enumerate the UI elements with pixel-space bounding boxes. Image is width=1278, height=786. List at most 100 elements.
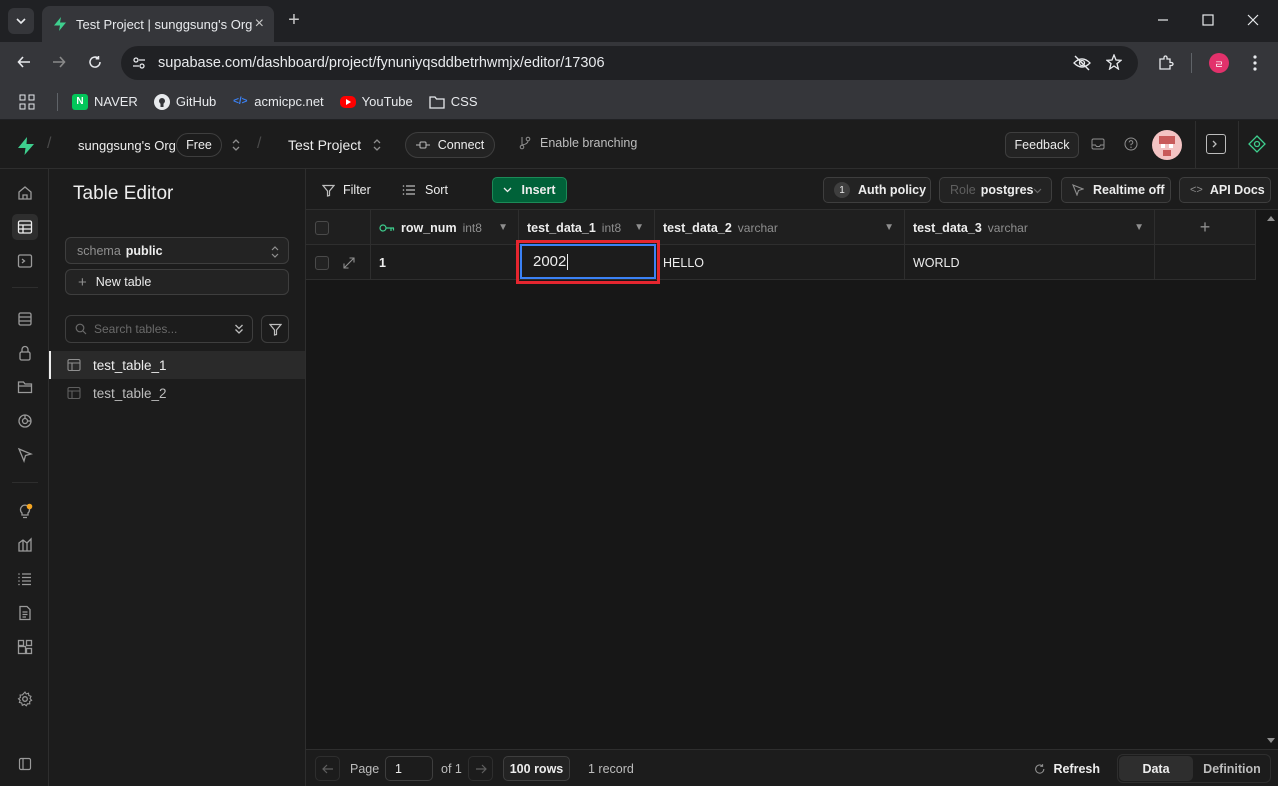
chevron-down-icon[interactable]: ▼ xyxy=(498,222,508,233)
chevrons-down-icon[interactable] xyxy=(234,323,244,335)
close-tab-icon[interactable]: × xyxy=(255,15,264,33)
table-list-item[interactable]: test_table_2 xyxy=(49,379,305,407)
column-header[interactable]: test_data_3 varchar ▼ xyxy=(905,210,1155,245)
bookmark-github[interactable]: GitHub xyxy=(153,93,216,110)
refresh-button[interactable]: Refresh xyxy=(1034,756,1100,781)
page-input[interactable]: 1 xyxy=(385,756,433,781)
tab-definition[interactable]: Definition xyxy=(1194,756,1270,781)
table-list-item-active[interactable]: test_table_1 xyxy=(49,351,305,379)
user-avatar[interactable] xyxy=(1152,130,1182,160)
project-name[interactable]: Test Project xyxy=(288,137,361,153)
column-type: int8 xyxy=(462,220,482,235)
extensions-button[interactable] xyxy=(1154,51,1178,75)
reports-icon[interactable] xyxy=(12,532,38,558)
help-icon[interactable] xyxy=(1124,137,1138,151)
table-editor-icon[interactable] xyxy=(12,214,38,240)
bookmark-star-icon[interactable] xyxy=(1106,54,1122,70)
browser-menu-button[interactable] xyxy=(1244,51,1266,75)
lock-icon[interactable] xyxy=(12,340,38,366)
chevron-down-icon[interactable]: ▼ xyxy=(634,222,644,233)
assistant-icon[interactable] xyxy=(1248,135,1266,153)
enable-branching-label: Enable branching xyxy=(540,136,638,150)
new-tab-button[interactable]: + xyxy=(282,8,306,32)
cell-row-num[interactable]: 1 xyxy=(371,245,519,280)
project-switcher-chevrons-icon[interactable] xyxy=(372,138,382,152)
edge-functions-icon[interactable] xyxy=(12,408,38,434)
column-header[interactable]: test_data_2 varchar ▼ xyxy=(655,210,905,245)
chevron-down-icon[interactable]: ▼ xyxy=(1134,222,1144,233)
bookmark-youtube[interactable]: YouTube xyxy=(339,94,413,109)
tab-data[interactable]: Data xyxy=(1119,756,1193,781)
bookmark-naver[interactable]: N NAVER xyxy=(72,93,138,110)
storage-icon[interactable] xyxy=(12,374,38,400)
schema-selector[interactable]: schema public xyxy=(65,237,289,264)
apps-button[interactable] xyxy=(19,94,35,110)
role-value: postgres xyxy=(980,183,1034,197)
search-icon xyxy=(75,323,87,335)
back-button[interactable] xyxy=(12,50,36,74)
inbox-icon[interactable] xyxy=(1091,137,1105,151)
auth-policy-button[interactable]: 1 Auth policy xyxy=(823,177,931,203)
expand-row-icon[interactable] xyxy=(343,256,355,269)
rows-per-page-button[interactable]: 100 rows xyxy=(503,756,570,781)
site-info-icon[interactable] xyxy=(131,55,147,71)
plan-badge-label: Free xyxy=(186,138,212,152)
database-icon[interactable] xyxy=(12,306,38,332)
sql-editor-icon[interactable] xyxy=(12,248,38,274)
column-header[interactable]: row_num int8 ▼ xyxy=(371,210,519,245)
home-icon[interactable] xyxy=(12,180,38,206)
cell-test-data-3[interactable]: WORLD xyxy=(905,245,1155,280)
scroll-down-arrow-icon[interactable] xyxy=(1264,736,1278,746)
reload-button[interactable] xyxy=(83,50,107,74)
api-docs-icon[interactable] xyxy=(12,600,38,626)
bookmark-css-folder[interactable]: CSS xyxy=(429,94,478,110)
tab-search-button[interactable] xyxy=(8,8,34,34)
vertical-scrollbar[interactable] xyxy=(1264,210,1278,749)
cell-editor-input[interactable]: 2002 xyxy=(520,244,656,279)
maximize-window-button[interactable] xyxy=(1195,6,1221,34)
org-switcher-chevrons-icon[interactable] xyxy=(231,138,241,152)
sort-button[interactable]: Sort xyxy=(402,177,448,203)
api-docs-button[interactable]: <> API Docs xyxy=(1179,177,1271,203)
profile-avatar[interactable]: ㄹ xyxy=(1209,53,1229,73)
table-row[interactable]: 1 HELLO WORLD xyxy=(306,245,1256,280)
row-checkbox[interactable] xyxy=(315,255,329,270)
new-table-button[interactable]: + New table xyxy=(65,269,289,295)
prev-page-button[interactable] xyxy=(315,756,340,781)
terminal-button[interactable] xyxy=(1206,134,1226,154)
advisors-icon[interactable] xyxy=(12,498,38,524)
filter-tables-button[interactable] xyxy=(261,315,289,343)
search-tables-input[interactable]: Search tables... xyxy=(65,315,253,343)
cell-test-data-2[interactable]: HELLO xyxy=(655,245,905,280)
list-icon xyxy=(402,185,415,195)
select-all-checkbox[interactable] xyxy=(315,220,329,235)
feedback-button[interactable]: Feedback xyxy=(1005,132,1079,158)
role-selector[interactable]: Role postgres xyxy=(939,177,1052,203)
connect-button[interactable]: Connect xyxy=(405,132,495,158)
close-window-button[interactable] xyxy=(1240,6,1266,34)
realtime-icon[interactable] xyxy=(12,442,38,468)
integrations-icon[interactable] xyxy=(12,634,38,660)
org-name[interactable]: sunggsung's Org xyxy=(78,138,176,153)
insert-button[interactable]: Insert xyxy=(492,177,567,203)
address-bar[interactable]: supabase.com/dashboard/project/fynuniyqs… xyxy=(121,46,1138,80)
realtime-button[interactable]: Realtime off xyxy=(1061,177,1171,203)
eye-off-icon[interactable] xyxy=(1073,55,1091,71)
enable-branching-button[interactable]: Enable branching xyxy=(518,136,637,150)
next-page-button[interactable] xyxy=(468,756,493,781)
scroll-up-arrow-icon[interactable] xyxy=(1264,213,1278,223)
add-column-plus-icon[interactable]: + xyxy=(1200,217,1211,238)
collapse-sidebar-icon[interactable] xyxy=(12,751,38,777)
logs-icon[interactable] xyxy=(12,566,38,592)
column-name: test_data_2 xyxy=(663,220,732,235)
add-column-cell[interactable]: + xyxy=(1155,210,1256,245)
breadcrumb-slash: / xyxy=(47,135,52,152)
bookmark-acmicpc[interactable]: </> acmicpc.net xyxy=(232,94,324,110)
supabase-logo-icon[interactable] xyxy=(16,136,36,156)
settings-gear-icon[interactable] xyxy=(12,686,38,712)
minimize-window-button[interactable] xyxy=(1150,6,1176,34)
filter-button[interactable]: Filter xyxy=(322,177,371,203)
chevron-down-icon[interactable]: ▼ xyxy=(884,222,894,233)
forward-button[interactable] xyxy=(47,50,71,74)
browser-tab[interactable]: Test Project | sunggsung's Org × xyxy=(42,6,274,42)
